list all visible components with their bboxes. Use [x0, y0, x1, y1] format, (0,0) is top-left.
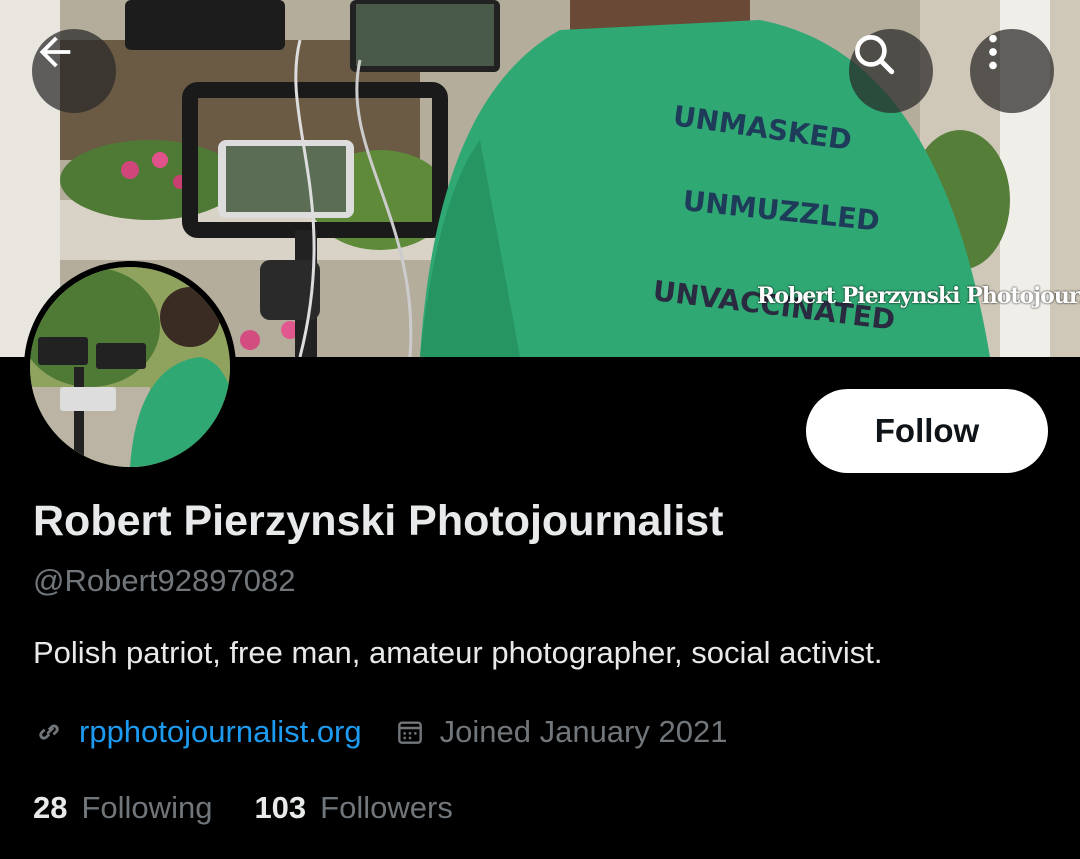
followers-label: Followers: [320, 790, 453, 825]
following-count: 28: [33, 790, 68, 825]
search-icon: [855, 35, 895, 75]
following-label: Following: [81, 790, 213, 825]
profile-avatar[interactable]: [24, 261, 236, 473]
banner-watermark: Robert Pierzynski Photojournalist: [757, 283, 1080, 309]
more-vertical-icon: [989, 34, 997, 70]
follow-button[interactable]: Follow: [806, 389, 1048, 473]
profile-meta: rpphotojournalist.org Joined January 202…: [33, 710, 727, 754]
search-button[interactable]: [849, 29, 933, 113]
profile-display-name: Robert Pierzynski Photojournalist: [33, 497, 724, 545]
profile-handle: @Robert92897082: [33, 563, 296, 598]
calendar-icon: [394, 716, 426, 748]
followers-stat[interactable]: 103 Followers: [254, 790, 452, 826]
profile-bio: Polish patriot, free man, amateur photog…: [33, 635, 883, 670]
back-button[interactable]: [32, 29, 116, 113]
avatar-photo: [30, 267, 230, 467]
profile-website-link[interactable]: rpphotojournalist.org: [79, 714, 362, 750]
followers-count: 103: [254, 790, 307, 825]
arrow-left-icon: [39, 36, 71, 68]
following-stat[interactable]: 28 Following: [33, 790, 212, 826]
more-options-button[interactable]: [970, 29, 1054, 113]
link-icon: [33, 716, 65, 748]
profile-joined-date: Joined January 2021: [439, 714, 728, 749]
profile-stats: 28 Following 103 Followers: [33, 786, 453, 830]
